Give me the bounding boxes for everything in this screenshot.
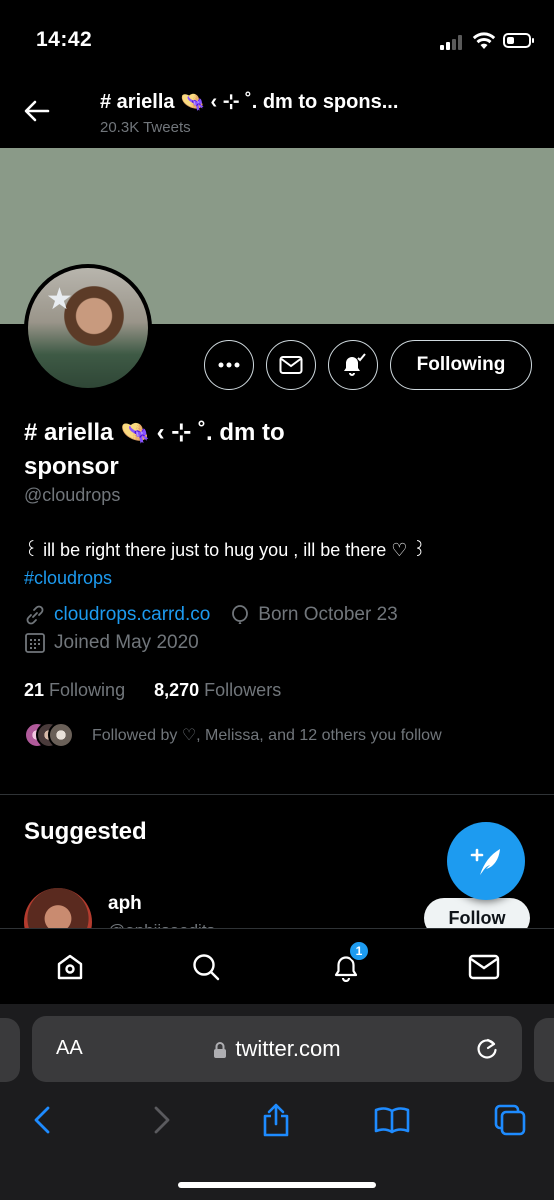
mini-avatar xyxy=(48,722,74,748)
cellular-signal-icon xyxy=(440,34,466,50)
wifi-icon xyxy=(472,31,496,56)
safari-share-button[interactable] xyxy=(256,1100,296,1140)
profile-meta-row: cloudrops.carrd.co Born October 23 xyxy=(24,604,398,626)
suggested-name[interactable]: aph xyxy=(108,893,142,915)
star-wand-icon: ★ xyxy=(46,283,73,316)
tweet-count: 20.3K Tweets xyxy=(100,119,191,136)
followed-by[interactable]: Followed by ♡, Melissa, and 12 others yo… xyxy=(24,720,442,750)
avatar-photo: ★ xyxy=(28,268,148,388)
following-count-link[interactable]: 21 Following xyxy=(24,680,125,700)
followers-label: Followers xyxy=(204,680,282,700)
status-time: 14:42 xyxy=(36,28,93,51)
bio: ꒰ ill be right there just to hug you , i… xyxy=(24,536,534,592)
profile-handle: @cloudrops xyxy=(24,485,121,505)
birthday: Born October 23 xyxy=(258,604,398,625)
address-bar[interactable]: AA twitter.com xyxy=(32,1016,522,1082)
more-button[interactable] xyxy=(204,340,254,390)
calendar-icon xyxy=(25,633,45,653)
reload-button[interactable] xyxy=(474,1036,500,1067)
search-icon xyxy=(193,954,220,981)
nav-search[interactable] xyxy=(186,947,226,987)
battery-icon xyxy=(503,33,534,48)
bookmarks-icon xyxy=(374,1107,410,1134)
lock-icon xyxy=(214,1042,227,1059)
next-tab-peek[interactable] xyxy=(534,1018,554,1082)
safari-toolbar: AA twitter.com xyxy=(0,1004,554,1200)
mail-icon xyxy=(468,954,500,980)
forward-icon xyxy=(154,1106,170,1134)
compose-button[interactable] xyxy=(447,822,525,900)
arrow-left-icon xyxy=(24,100,50,122)
battery-level xyxy=(507,37,514,44)
followers-count: 8,270 xyxy=(154,680,200,700)
header-title: # ariella 👒 ‹ ⊹ ˚. dm to spons... xyxy=(100,91,399,113)
link-icon xyxy=(26,605,44,625)
more-dots-icon xyxy=(218,362,240,368)
status-bar: 14:42 xyxy=(0,0,554,80)
following-button[interactable]: Following xyxy=(390,340,532,390)
notification-badge: 1 xyxy=(348,940,370,962)
bottom-nav xyxy=(0,928,554,1004)
display-name: # ariella 👒 ‹ ⊹ ˚. dm to sponsor xyxy=(24,419,285,480)
safari-back-button[interactable] xyxy=(22,1100,62,1140)
safari-tabs-button[interactable] xyxy=(490,1100,530,1140)
bio-text: ꒰ ill be right there just to hug you , i… xyxy=(24,540,427,560)
envelope-icon xyxy=(279,356,303,374)
safari-forward-button[interactable] xyxy=(142,1100,182,1140)
joined-date: Joined May 2020 xyxy=(54,632,199,653)
follow-counts: 21 Following 8,270 Followers xyxy=(24,680,281,701)
notifications-button[interactable] xyxy=(328,340,378,390)
back-button[interactable] xyxy=(20,96,54,126)
reload-icon xyxy=(477,1038,497,1059)
nav-messages[interactable] xyxy=(464,947,504,987)
share-icon xyxy=(263,1103,289,1137)
followed-by-text: Followed by ♡, Melissa, and 12 others yo… xyxy=(92,727,442,744)
safari-bookmarks-button[interactable] xyxy=(372,1100,412,1140)
suggested-title: Suggested xyxy=(24,818,147,845)
url-text: twitter.com xyxy=(235,1036,341,1061)
message-button[interactable] xyxy=(266,340,316,390)
back-icon xyxy=(34,1106,50,1134)
balloon-icon xyxy=(232,605,249,624)
followers-count-link[interactable]: 8,270 Followers xyxy=(154,680,281,700)
previous-tab-peek[interactable] xyxy=(0,1018,20,1082)
home-icon xyxy=(57,954,83,980)
joined-row: Joined May 2020 xyxy=(24,632,199,654)
nav-home[interactable] xyxy=(50,947,90,987)
compose-feather-icon xyxy=(470,848,500,875)
divider xyxy=(0,794,554,795)
followed-by-avatars xyxy=(24,720,80,750)
bell-check-icon xyxy=(344,353,366,376)
home-indicator[interactable] xyxy=(178,1182,376,1188)
following-label: Following xyxy=(49,680,126,700)
avatar[interactable]: ★ xyxy=(24,264,152,392)
tabs-icon xyxy=(494,1104,526,1136)
following-count: 21 xyxy=(24,680,45,700)
website-link[interactable]: cloudrops.carrd.co xyxy=(54,604,210,626)
bio-hashtag-link[interactable]: #cloudrops xyxy=(24,568,112,588)
url-display[interactable]: twitter.com xyxy=(32,1036,522,1062)
